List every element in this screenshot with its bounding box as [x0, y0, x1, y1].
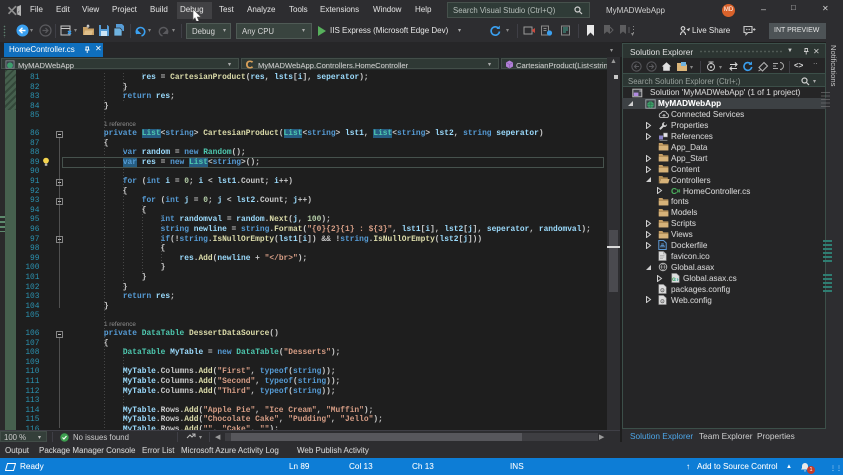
svg-text:C: C	[671, 186, 677, 196]
